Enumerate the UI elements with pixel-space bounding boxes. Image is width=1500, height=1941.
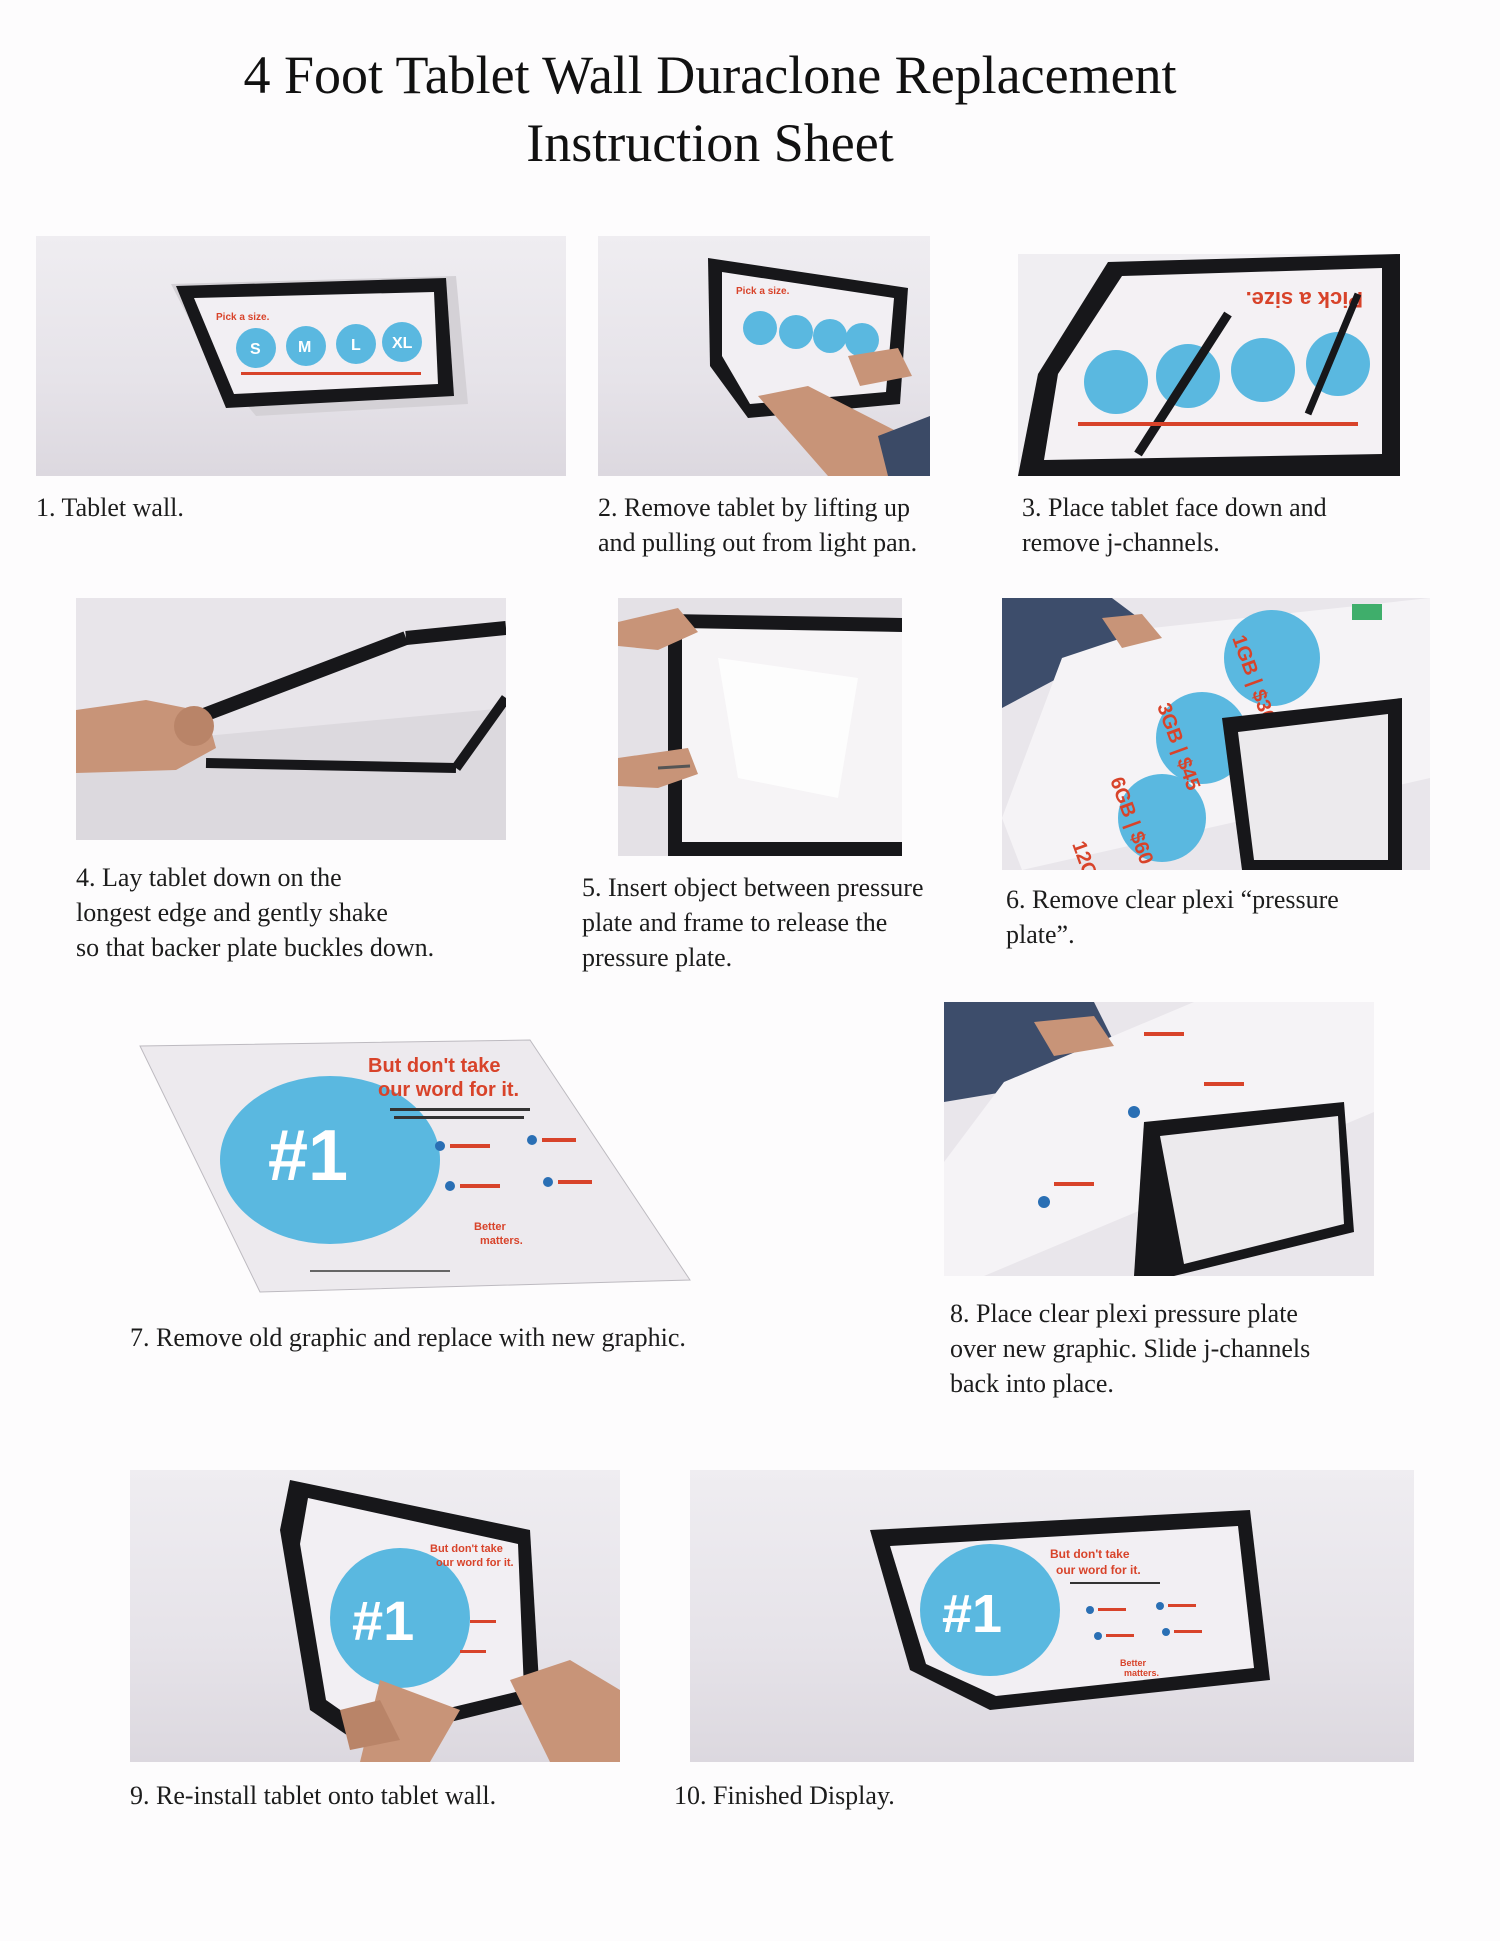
step-6-caption: 6. Remove clear plexi “pressure plate”.: [1006, 885, 1339, 949]
step-9-photo: #1 But don't take our word for it.: [130, 1470, 620, 1762]
svg-text:But don't take: But don't take: [1050, 1547, 1130, 1561]
new-graphic-image: #1 But don't take our word for it. Bette…: [139, 1039, 691, 1293]
step-10-caption: 10. Finished Display.: [674, 1781, 895, 1810]
pick-size-text: Pick a size.: [216, 312, 270, 323]
step-6-photo: 1GB | $30 3GB | $45 6GB | $60 12GB: [1002, 598, 1430, 870]
svg-text:S: S: [250, 341, 261, 358]
svg-text:#1: #1: [942, 1584, 1002, 1644]
svg-text:But don't take: But don't take: [368, 1055, 501, 1077]
svg-text:M: M: [298, 339, 311, 356]
step-1-caption: 1. Tablet wall.: [36, 493, 184, 522]
svg-text:XL: XL: [392, 335, 413, 352]
step-5-photo: [618, 598, 902, 856]
svg-text:L: L: [351, 337, 361, 354]
svg-text:Better: Better: [1120, 1658, 1147, 1668]
step-8-photo: [944, 1002, 1374, 1276]
step-3-photo: Pick a size.: [1018, 254, 1400, 476]
replace-plexi-image: [944, 1002, 1374, 1276]
step-3-caption: 3. Place tablet face down and remove j-c…: [1022, 493, 1327, 557]
svg-text:Pick a size.: Pick a size.: [736, 286, 790, 297]
step-8-caption: 8. Place clear plexi pressure plate over…: [950, 1299, 1311, 1398]
step-4-caption: 4. Lay tablet down on the longest edge a…: [76, 863, 435, 962]
svg-text:our word for it.: our word for it.: [436, 1557, 514, 1569]
release-pressure-plate-image: [618, 598, 902, 856]
reinstall-tablet-image: #1 But don't take our word for it.: [280, 1480, 620, 1762]
svg-text:matters.: matters.: [480, 1235, 523, 1247]
svg-text:our word for it.: our word for it.: [1056, 1563, 1141, 1577]
step-7-photo: #1 But don't take our word for it. Bette…: [130, 1030, 710, 1310]
page-title-line-2: Instruction Sheet: [526, 113, 894, 173]
finished-display-image: #1 But don't take our word for it. Bette…: [870, 1510, 1270, 1710]
remove-plexi-image: 1GB | $30 3GB | $45 6GB | $60 12GB: [1002, 598, 1430, 870]
shaking-tablet-image: [76, 598, 506, 840]
svg-text:Better: Better: [474, 1221, 507, 1233]
step-9-caption: 9. Re-install tablet onto tablet wall.: [130, 1781, 497, 1810]
page-title-line-1: 4 Foot Tablet Wall Duraclone Replacement: [243, 45, 1177, 105]
svg-text:matters.: matters.: [1124, 1668, 1159, 1678]
svg-text:#1: #1: [352, 1589, 414, 1652]
svg-text:Pick a size.: Pick a size.: [1246, 287, 1363, 312]
step-1-photo: Pick a size. S M L XL: [36, 236, 566, 476]
tablet-face-down-image: Pick a size.: [1018, 254, 1400, 476]
step-2-caption: 2. Remove tablet by lifting up and pulli…: [598, 493, 918, 557]
step-7-caption: 7. Remove old graphic and replace with n…: [130, 1323, 686, 1352]
lifting-tablet-image: Pick a size.: [708, 258, 930, 476]
step-5-caption: 5. Insert object between pressure plate …: [582, 873, 924, 972]
step-10-photo: #1 But don't take our word for it. Bette…: [690, 1470, 1414, 1762]
svg-text:our word for it.: our word for it.: [378, 1079, 519, 1101]
step-4-photo: [76, 598, 506, 840]
svg-text:But don't take: But don't take: [430, 1543, 503, 1555]
tablet-wall-image: Pick a size. S M L XL: [171, 276, 468, 416]
number-one-text: #1: [268, 1116, 348, 1196]
step-2-photo: Pick a size.: [598, 236, 930, 476]
